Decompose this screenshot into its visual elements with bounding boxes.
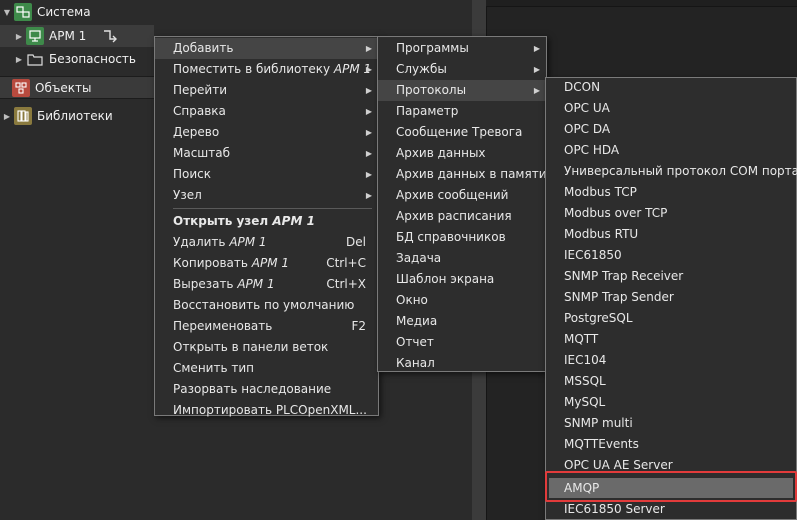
menu-item-arhiv-dannyh[interactable]: Архив данных: [378, 143, 546, 164]
submenu-arrow-icon: ▶: [533, 44, 540, 53]
submenu-arrow-icon: ▶: [365, 107, 372, 116]
menu-item-snmp-trap-receiver[interactable]: SNMP Trap Receiver: [546, 266, 796, 287]
menu-item-otchet[interactable]: Отчет: [378, 332, 546, 353]
system-icon: [14, 3, 32, 21]
menu-item-poisk[interactable]: Поиск ▶: [155, 164, 378, 185]
workstation-icon: [26, 27, 44, 45]
menu-item-com-port[interactable]: Универсальный протокол COM порта: [546, 161, 797, 182]
context-menu: Добавить ▶ Поместить в библиотеку АРМ 1 ▶ …: [154, 36, 379, 417]
tree-item-bezopasnost[interactable]: ▶ Безопасность: [0, 48, 154, 70]
tree-item-label: Библиотеки: [37, 109, 113, 123]
tree-item-arm1[interactable]: ▶ АРМ 1: [0, 25, 154, 47]
submenu-arrow-icon: ▶: [533, 86, 540, 95]
menu-item-parametr[interactable]: Параметр: [378, 101, 546, 122]
menu-item-opc-hda[interactable]: OPC HDA: [546, 140, 796, 161]
menu-item-media[interactable]: Медиа: [378, 311, 546, 332]
menu-item-opc-da[interactable]: OPC DA: [546, 119, 796, 140]
menu-item-dobavit[interactable]: Добавить ▶: [155, 38, 378, 59]
menu-item-vyrezat[interactable]: Вырезать АРМ 1 Ctrl+X: [155, 274, 378, 295]
menu-item-amqp[interactable]: AMQP: [549, 478, 793, 498]
menu-item-mqttevents[interactable]: MQTTEvents: [546, 434, 796, 455]
menu-item-pereiti[interactable]: Перейти ▶: [155, 80, 378, 101]
menu-item-modbus-rtu[interactable]: Modbus RTU: [546, 224, 796, 245]
menu-item-iec61850[interactable]: IEC61850: [546, 245, 796, 266]
menu-item-razorvat-nasledovanie[interactable]: Разорвать наследование: [155, 379, 378, 400]
menu-item-pomestit-v-biblioteku[interactable]: Поместить в библиотеку АРМ 1 ▶: [155, 59, 378, 80]
inheritance-icon[interactable]: [102, 29, 118, 43]
expanded-arrow-icon[interactable]: ▼: [2, 7, 12, 17]
tree-item-label: Безопасность: [49, 52, 136, 66]
menu-item-sluzhby[interactable]: Службы ▶: [378, 59, 546, 80]
menu-item-arhiv-dannyh-v-pamyati[interactable]: Архив данных в памяти: [378, 164, 547, 185]
collapsed-arrow-icon[interactable]: ▶: [14, 54, 24, 64]
submenu-arrow-icon: ▶: [365, 170, 372, 179]
menu-item-mysql[interactable]: MySQL: [546, 392, 796, 413]
menu-item-postgresql[interactable]: PostgreSQL: [546, 308, 796, 329]
menu-item-iec104[interactable]: IEC104: [546, 350, 796, 371]
menu-item-uzel[interactable]: Узел ▶: [155, 185, 378, 206]
submenu-arrow-icon: ▶: [365, 65, 372, 74]
library-icon: [14, 107, 32, 125]
tree-item-label: Система: [37, 5, 91, 19]
menu-item-vosstanovit[interactable]: Восстановить по умолчанию: [155, 295, 378, 316]
menu-item-otkryt-uzel[interactable]: Открыть узел АРМ 1: [155, 211, 378, 232]
menu-item-smenit-tip[interactable]: Сменить тип: [155, 358, 378, 379]
menu-item-programmy[interactable]: Программы ▶: [378, 38, 546, 59]
menu-item-protokoly[interactable]: Протоколы ▶: [378, 80, 546, 101]
menu-item-mqtt[interactable]: MQTT: [546, 329, 796, 350]
objects-icon: [12, 78, 30, 97]
add-submenu: Программы ▶ Службы ▶ Протоколы ▶ Параметр С…: [377, 36, 547, 372]
submenu-arrow-icon: ▶: [365, 149, 372, 158]
tree-item-label: Объекты: [35, 80, 92, 95]
submenu-arrow-icon: ▶: [365, 191, 372, 200]
menu-item-otkryt-v-paneli[interactable]: Открыть в панели веток: [155, 337, 378, 358]
collapsed-arrow-icon[interactable]: ▶: [14, 31, 24, 41]
menu-item-udalit[interactable]: Удалить АРМ 1 Del: [155, 232, 378, 253]
menu-item-spravka[interactable]: Справка ▶: [155, 101, 378, 122]
menu-item-iec61850-server[interactable]: IEC61850 Server: [546, 499, 796, 520]
menu-item-arhiv-raspisaniya[interactable]: Архив расписания: [378, 206, 546, 227]
menu-item-opc-ua[interactable]: OPC UA: [546, 98, 796, 119]
submenu-arrow-icon: ▶: [533, 65, 540, 74]
menu-item-snmp-multi[interactable]: SNMP multi: [546, 413, 796, 434]
menu-item-masshtab[interactable]: Масштаб ▶: [155, 143, 378, 164]
menu-item-kopirovat[interactable]: Копировать АРМ 1 Ctrl+C: [155, 253, 378, 274]
menu-item-dcon[interactable]: DCON: [546, 77, 796, 98]
menu-item-snmp-trap-sender[interactable]: SNMP Trap Sender: [546, 287, 796, 308]
collapsed-arrow-icon[interactable]: ▶: [2, 111, 12, 121]
submenu-arrow-icon: ▶: [365, 86, 372, 95]
menu-item-arhiv-soobshchenii[interactable]: Архив сообщений: [378, 185, 546, 206]
menu-item-bd-spravochnikov[interactable]: БД справочников: [378, 227, 546, 248]
menu-item-opc-ua-ae-server[interactable]: OPC UA AE Server: [546, 455, 796, 476]
menu-item-kanal[interactable]: Канал: [378, 353, 546, 374]
menu-item-pereimenovat[interactable]: Переименовать F2: [155, 316, 378, 337]
menu-separator: [173, 208, 372, 209]
folder-icon: [26, 50, 44, 68]
menu-item-shablon-ekrana[interactable]: Шаблон экрана: [378, 269, 546, 290]
menu-item-modbus-over-tcp[interactable]: Modbus over TCP: [546, 203, 796, 224]
menu-item-modbus-tcp[interactable]: Modbus TCP: [546, 182, 796, 203]
menu-item-mssql[interactable]: MSSQL: [546, 371, 796, 392]
menu-item-soobshchenie-trevoga[interactable]: Сообщение Тревога: [378, 122, 546, 143]
submenu-arrow-icon: ▶: [365, 128, 372, 137]
menu-item-okno[interactable]: Окно: [378, 290, 546, 311]
protocols-submenu-list: DCON OPC UA OPC DA OPC HDA Универсальный…: [546, 77, 797, 520]
menu-item-derevo[interactable]: Дерево ▶: [155, 122, 378, 143]
tree-item-label: АРМ 1: [49, 29, 87, 43]
menu-item-zadacha[interactable]: Задача: [378, 248, 546, 269]
submenu-arrow-icon: ▶: [365, 44, 372, 53]
menu-item-importirovat[interactable]: Импортировать PLCOpenXML...: [155, 400, 378, 421]
tree-item-sistema[interactable]: ▼ Система: [0, 1, 470, 23]
